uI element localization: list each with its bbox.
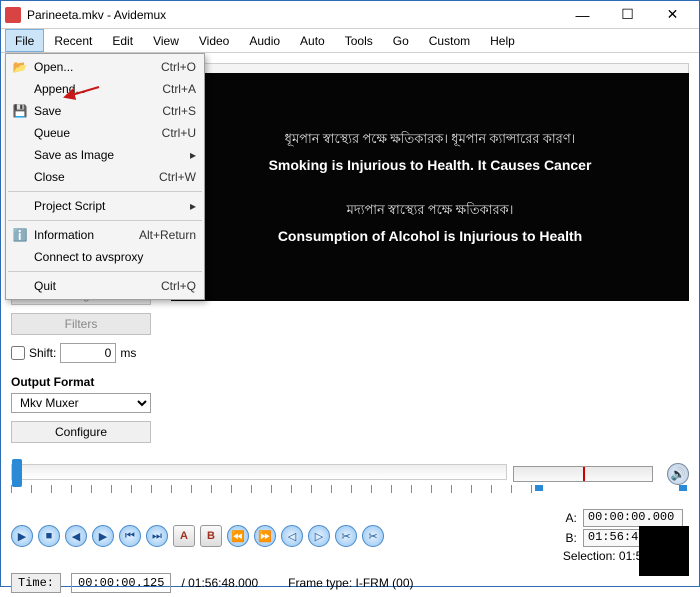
b-label: B: bbox=[563, 531, 577, 545]
menu-information[interactable]: ℹ️InformationAlt+Return bbox=[6, 224, 204, 246]
prev-cut-button[interactable]: ✂ bbox=[335, 525, 357, 547]
menu-save[interactable]: 💾SaveCtrl+S bbox=[6, 100, 204, 122]
menu-view[interactable]: View bbox=[143, 29, 189, 52]
subtitle-bn-1: ধূমপান স্বাস্থ্যের পক্ষে ক্ষতিকারক। ধূমপ… bbox=[285, 130, 576, 151]
subtitle-en-1: Smoking is Injurious to Health. It Cause… bbox=[269, 157, 592, 173]
black-box bbox=[639, 526, 689, 576]
time-current[interactable]: 00:00:00.125 bbox=[71, 573, 171, 593]
shift-ms: ms bbox=[120, 346, 136, 360]
timeline-cursor[interactable] bbox=[12, 459, 22, 487]
maximize-button[interactable]: ☐ bbox=[605, 1, 650, 29]
menu-custom[interactable]: Custom bbox=[419, 29, 480, 52]
subtitle-en-2: Consumption of Alcohol is Injurious to H… bbox=[278, 228, 582, 244]
time-label: Time: bbox=[11, 573, 61, 593]
cue-a bbox=[535, 485, 543, 491]
time-total: / 01:56:48.000 bbox=[181, 576, 258, 590]
next-frame-button[interactable]: ▶ bbox=[92, 525, 114, 547]
file-menu-dropdown: 📂Open...Ctrl+O Append...Ctrl+A 💾SaveCtrl… bbox=[5, 53, 205, 300]
play-button[interactable]: ▶ bbox=[11, 525, 33, 547]
video-panel: ধূমপান স্বাস্থ্যের পক্ষে ক্ষতিকারক। ধূমপ… bbox=[171, 63, 689, 443]
video-tabs bbox=[171, 63, 689, 73]
menu-quit[interactable]: QuitCtrl+Q bbox=[6, 275, 204, 297]
audio-filters-button[interactable]: Filters bbox=[11, 313, 151, 335]
video-preview: ধূমপান স্বাস্থ্যের পক্ষে ক্ষতিকারক। ধূমপ… bbox=[171, 73, 689, 301]
muxer-configure-button[interactable]: Configure bbox=[11, 421, 151, 443]
next-black-button[interactable]: ▷ bbox=[308, 525, 330, 547]
menu-help[interactable]: Help bbox=[480, 29, 525, 52]
goto-b-button[interactable]: ⏩ bbox=[254, 525, 276, 547]
vu-meter bbox=[513, 466, 653, 482]
prev-frame-button[interactable]: ◀ bbox=[65, 525, 87, 547]
menu-audio[interactable]: Audio bbox=[239, 29, 290, 52]
a-label: A: bbox=[563, 511, 577, 525]
frame-type: Frame type: I-FRM (00) bbox=[288, 576, 413, 590]
menu-recent[interactable]: Recent bbox=[44, 29, 102, 52]
minimize-button[interactable]: — bbox=[560, 1, 605, 29]
shift-input[interactable] bbox=[60, 343, 116, 363]
set-a-button[interactable]: A bbox=[173, 525, 195, 547]
window-title: Parineeta.mkv - Avidemux bbox=[27, 8, 560, 22]
info-icon: ℹ️ bbox=[12, 227, 28, 243]
menu-open[interactable]: 📂Open...Ctrl+O bbox=[6, 56, 204, 78]
timeline-ticks bbox=[11, 485, 533, 493]
app-icon bbox=[5, 7, 21, 23]
stop-button[interactable]: ■ bbox=[38, 525, 60, 547]
menu-queue[interactable]: QueueCtrl+U bbox=[6, 122, 204, 144]
speaker-icon[interactable]: 🔊 bbox=[667, 463, 689, 485]
close-button[interactable]: ✕ bbox=[650, 1, 695, 29]
menu-auto[interactable]: Auto bbox=[290, 29, 335, 52]
playback-controls: ▶ ■ ◀ ▶ ⏮ ⏭ A B ⏪ ⏩ ◁ ▷ ✂ ✂ A: 00:00:00.0… bbox=[1, 503, 699, 569]
open-icon: 📂 bbox=[12, 59, 28, 75]
cue-b bbox=[679, 485, 687, 491]
prev-black-button[interactable]: ◁ bbox=[281, 525, 303, 547]
shift-label: Shift: bbox=[29, 346, 56, 360]
status-row: Time: 00:00:00.125 / 01:56:48.000 Frame … bbox=[1, 569, 699, 597]
menu-edit[interactable]: Edit bbox=[102, 29, 143, 52]
set-b-button[interactable]: B bbox=[200, 525, 222, 547]
shift-checkbox[interactable] bbox=[11, 346, 25, 360]
timeline: 🔊 bbox=[1, 453, 699, 503]
output-format-label: Output Format bbox=[11, 375, 161, 389]
menu-close[interactable]: CloseCtrl+W bbox=[6, 166, 204, 188]
menu-file[interactable]: File bbox=[5, 29, 44, 52]
menu-save-as-image[interactable]: Save as Image▸ bbox=[6, 144, 204, 166]
goto-a-button[interactable]: ⏪ bbox=[227, 525, 249, 547]
title-bar: Parineeta.mkv - Avidemux — ☐ ✕ bbox=[1, 1, 699, 29]
menu-connect-avsproxy[interactable]: Connect to avsproxy bbox=[6, 246, 204, 268]
prev-keyframe-button[interactable]: ⏮ bbox=[119, 525, 141, 547]
menu-go[interactable]: Go bbox=[383, 29, 419, 52]
subtitle-bn-2: মদ্যপান স্বাস্থ্যের পক্ষে ক্ষতিকারক। bbox=[347, 201, 514, 222]
a-value: 00:00:00.000 bbox=[583, 509, 683, 527]
menu-video[interactable]: Video bbox=[189, 29, 239, 52]
menu-bar: File Recent Edit View Video Audio Auto T… bbox=[1, 29, 699, 53]
menu-project-script[interactable]: Project Script▸ bbox=[6, 195, 204, 217]
menu-tools[interactable]: Tools bbox=[335, 29, 383, 52]
save-icon: 💾 bbox=[12, 103, 28, 119]
timeline-track[interactable] bbox=[11, 464, 507, 480]
next-keyframe-button[interactable]: ⏭ bbox=[146, 525, 168, 547]
next-cut-button[interactable]: ✂ bbox=[362, 525, 384, 547]
menu-append[interactable]: Append...Ctrl+A bbox=[6, 78, 204, 100]
muxer-select[interactable]: Mkv Muxer bbox=[11, 393, 151, 413]
